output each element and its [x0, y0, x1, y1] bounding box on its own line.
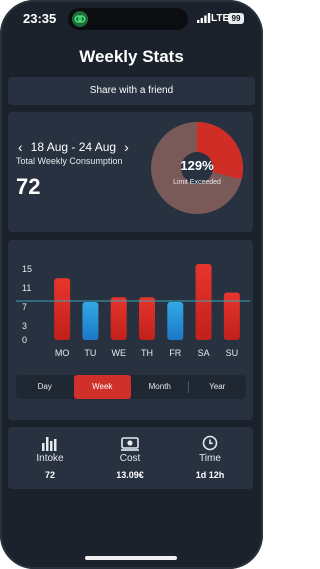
gauge-label: Limit Exceeded	[173, 179, 221, 186]
status-bar: 23:35 LTE 99	[0, 0, 263, 38]
page-title: Weekly Stats	[79, 47, 184, 66]
weekly-bar-chart: 0 3 7 11 15 MO TU WE TH FR SA SU	[16, 264, 250, 358]
stat-time-label: Time	[199, 453, 221, 464]
signal-icon	[197, 13, 211, 23]
stat-time: Time 1d 12h	[170, 435, 250, 480]
stat-cost-value: 13.09€	[116, 470, 144, 480]
x-tick-label: TH	[141, 348, 153, 358]
x-tick-label: SA	[198, 348, 210, 358]
bar-tu[interactable]	[82, 302, 99, 340]
y-tick-label: 7	[22, 302, 27, 312]
chart-card: 0 3 7 11 15 MO TU WE TH FR SA SU Day Week Month Year	[8, 240, 253, 420]
stat-intake-value: 72	[44, 470, 55, 480]
battery-icon: 99	[228, 13, 244, 24]
tab-day[interactable]: Day	[16, 375, 74, 399]
tab-year[interactable]: Year	[189, 375, 247, 399]
stat-cost-label: Cost	[119, 453, 141, 464]
y-tick-label: 11	[22, 283, 31, 293]
y-tick-label: 0	[22, 335, 27, 345]
x-tick-label: WE	[111, 348, 126, 358]
y-tick-label: 15	[22, 264, 32, 274]
link-app-icon	[72, 11, 88, 27]
bar-mo[interactable]	[54, 278, 71, 340]
stats-card: Intoke 72 Cost 13.09€ Time 1d 12h	[8, 427, 253, 489]
tab-week[interactable]: Week	[73, 375, 131, 399]
x-tick-label: FR	[169, 348, 181, 358]
stat-time-value: 1d 12h	[195, 470, 225, 480]
chevron-right-icon[interactable]: ›	[124, 139, 129, 155]
bar-we[interactable]	[110, 297, 127, 340]
dynamic-island	[68, 8, 188, 30]
x-tick-label: TU	[84, 348, 96, 358]
status-time: 23:35	[23, 11, 57, 26]
tab-month[interactable]: Month	[131, 375, 189, 399]
date-range: 18 Aug - 24 Aug	[30, 140, 117, 154]
clock-icon	[202, 435, 218, 451]
bar-fr[interactable]	[167, 302, 184, 340]
stat-cost: Cost 13.09€	[90, 435, 170, 480]
period-selector: Day Week Month Year	[16, 375, 246, 399]
bar-chart-icon	[42, 437, 57, 451]
phone-screen: 23:35 LTE 99 Weekly Stats Share with a f…	[0, 0, 263, 569]
gauge-percent: 129%	[180, 158, 214, 173]
network-label: LTE	[211, 13, 230, 24]
consumption-total: 72	[16, 174, 41, 199]
money-icon	[121, 437, 139, 451]
x-tick-label: SU	[226, 348, 239, 358]
stat-intake: Intoke 72	[10, 435, 90, 480]
home-indicator[interactable]	[85, 556, 177, 560]
chevron-left-icon[interactable]: ‹	[18, 139, 23, 155]
date-navigator: ‹ 18 Aug - 24 Aug ›	[18, 139, 129, 155]
summary-card: ‹ 18 Aug - 24 Aug › Total Weekly Consump…	[8, 112, 253, 232]
bar-sa[interactable]	[195, 264, 212, 340]
bar-su[interactable]	[223, 292, 240, 341]
bar-th[interactable]	[139, 297, 155, 340]
x-tick-label: MO	[55, 348, 70, 358]
stat-intake-label: Intoke	[36, 453, 64, 464]
y-tick-label: 3	[22, 321, 27, 331]
consumption-label: Total Weekly Consumption	[16, 156, 123, 166]
share-button[interactable]: Share with a friend	[8, 77, 255, 105]
